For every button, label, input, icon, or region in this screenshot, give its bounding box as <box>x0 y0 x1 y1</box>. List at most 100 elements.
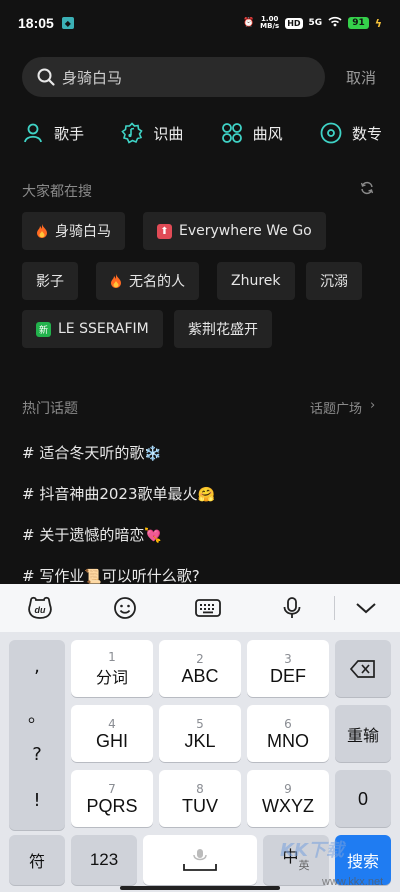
chip-label: Everywhere We Go <box>179 223 312 239</box>
chip-label: Zhurek <box>231 273 281 289</box>
key-8[interactable]: 8 TUV <box>159 770 241 827</box>
punct-comma[interactable]: , <box>9 656 65 677</box>
emoji-icon[interactable] <box>111 594 139 622</box>
key-number: 3 <box>284 651 292 666</box>
home-indicator[interactable] <box>120 886 280 890</box>
chevron-down-icon[interactable] <box>352 594 380 622</box>
key-number: 9 <box>284 781 292 796</box>
key-7[interactable]: 7 PQRS <box>71 770 153 827</box>
topic-item[interactable]: # 抖音神曲2023歌单最火🤗 <box>22 483 215 504</box>
key-number: 7 <box>108 781 116 796</box>
backspace-icon <box>350 659 375 678</box>
refresh-icon[interactable] <box>360 181 374 195</box>
topic-item[interactable]: # 适合冬天听的歌❄️ <box>22 442 162 463</box>
punctuation-column[interactable]: , 。 ? ! <box>9 640 65 830</box>
key-number: 1 <box>108 649 116 664</box>
key-number: 6 <box>284 716 292 731</box>
key-label: 0 <box>357 788 368 809</box>
keyboard-switch-icon[interactable] <box>194 594 222 622</box>
new-icon: 新 <box>36 321 51 337</box>
backspace-button[interactable] <box>335 640 391 697</box>
hot-search-title: 大家都在搜 <box>22 184 92 200</box>
key-label: MNO <box>267 730 309 751</box>
key-4[interactable]: 4 GHI <box>71 705 153 762</box>
chip-label: 沉溺 <box>320 274 348 290</box>
punct-exclaim[interactable]: ! <box>9 790 65 811</box>
key-3[interactable]: 3 DEF <box>247 640 329 697</box>
reenter-button[interactable]: 重输 <box>335 705 391 762</box>
hot-search-chip[interactable]: 紫荆花盛开 <box>174 310 272 348</box>
topic-text: # 抖音神曲2023歌单最火 <box>22 485 198 503</box>
snowflake-icon: ❄️ <box>144 446 162 462</box>
key-2[interactable]: 2 ABC <box>159 640 241 697</box>
genre-icon <box>221 123 242 143</box>
category-label: 歌手 <box>54 124 85 143</box>
topic-text-tail: 可以听什么歌? <box>101 567 200 585</box>
topic-text: # 适合冬天听的歌 <box>22 444 145 462</box>
hd-badge: HD <box>285 17 303 29</box>
key-9[interactable]: 9 WXYZ <box>247 770 329 827</box>
search-icon <box>37 68 55 86</box>
up-icon: ⬆ <box>157 223 172 239</box>
topic-item[interactable]: # 写作业📜可以听什么歌? <box>22 565 200 586</box>
category-singer[interactable]: 歌手 <box>22 118 84 148</box>
alarm-icon: ⏰ <box>242 18 255 28</box>
status-bar: 18:05 ◆ ⏰ 1.00 MB/s HD 5G 91 ϟ <box>0 0 400 46</box>
key-number: 2 <box>196 651 204 666</box>
key-label: 分词 <box>95 667 128 687</box>
search-input[interactable]: 身骑白马 <box>22 57 325 97</box>
key-0[interactable]: 0 <box>335 770 391 827</box>
cancel-button[interactable]: 取消 <box>346 67 376 88</box>
status-icons: ⏰ 1.00 MB/s HD 5G 91 ϟ <box>243 16 382 30</box>
topics-title: 热门话题 <box>22 401 78 417</box>
punct-question[interactable]: ? <box>9 744 65 765</box>
chevron-right-icon: › <box>370 398 376 413</box>
search-query: 身骑白马 <box>62 68 123 87</box>
charging-icon: ϟ <box>374 16 382 30</box>
chip-label: 无名的人 <box>129 274 185 290</box>
hot-search-chip[interactable]: 无名的人 <box>96 262 199 300</box>
microphone-icon[interactable] <box>278 594 306 622</box>
space-button[interactable] <box>143 835 257 885</box>
hot-search-chip[interactable]: 影子 <box>22 262 78 300</box>
album-icon <box>320 122 342 144</box>
key-number: 4 <box>108 716 116 731</box>
key-6[interactable]: 6 MNO <box>247 705 329 762</box>
hot-search-chip[interactable]: 身骑白马 <box>22 212 125 250</box>
recognize-icon <box>121 122 143 144</box>
chip-label: 紫荆花盛开 <box>188 322 258 338</box>
topic-item[interactable]: # 关于遗憾的暗恋💘 <box>22 524 162 545</box>
singer-icon <box>24 123 42 143</box>
scroll-icon: 📜 <box>84 569 102 585</box>
key-label: DEF <box>270 665 306 686</box>
hot-search-chip[interactable]: 新 LE SSERAFIM <box>22 310 163 348</box>
category-recognize[interactable]: 识曲 <box>121 118 183 148</box>
hot-search-chip[interactable]: Zhurek <box>217 262 295 300</box>
topic-plaza-link[interactable]: 话题广场 <box>310 398 362 417</box>
numeric-button[interactable]: 123 <box>71 835 137 885</box>
key-label: 搜索 <box>346 852 379 871</box>
fire-icon <box>37 224 47 238</box>
category-album[interactable]: 数专 <box>320 118 382 148</box>
battery-level: 91 <box>348 17 369 29</box>
fire-icon <box>111 274 121 288</box>
wifi-icon <box>328 16 342 30</box>
hot-search-chip[interactable]: ⬆ Everywhere We Go <box>143 212 326 250</box>
notification-app-icon: ◆ <box>61 17 74 29</box>
key-label: WXYZ <box>262 795 314 816</box>
topic-text: # 关于遗憾的暗恋 <box>22 526 145 544</box>
punct-period[interactable]: 。 <box>9 702 65 728</box>
key-label: TUV <box>182 795 218 816</box>
hug-emoji-icon: 🤗 <box>197 487 215 503</box>
key-5[interactable]: 5 JKL <box>159 705 241 762</box>
hot-search-chip[interactable]: 沉溺 <box>306 262 362 300</box>
symbol-button[interactable]: 符 <box>9 835 65 885</box>
baidu-logo-icon[interactable]: du <box>26 594 54 622</box>
key-label: 重输 <box>346 725 379 745</box>
key-label: JKL <box>184 730 216 751</box>
watermark-url: www.kkx.net <box>322 876 384 888</box>
key-label: ABC <box>181 665 219 686</box>
category-genre[interactable]: 曲风 <box>221 118 283 148</box>
key-1[interactable]: 1 分词 <box>71 640 153 697</box>
keyboard-toolbar: du <box>0 584 400 632</box>
